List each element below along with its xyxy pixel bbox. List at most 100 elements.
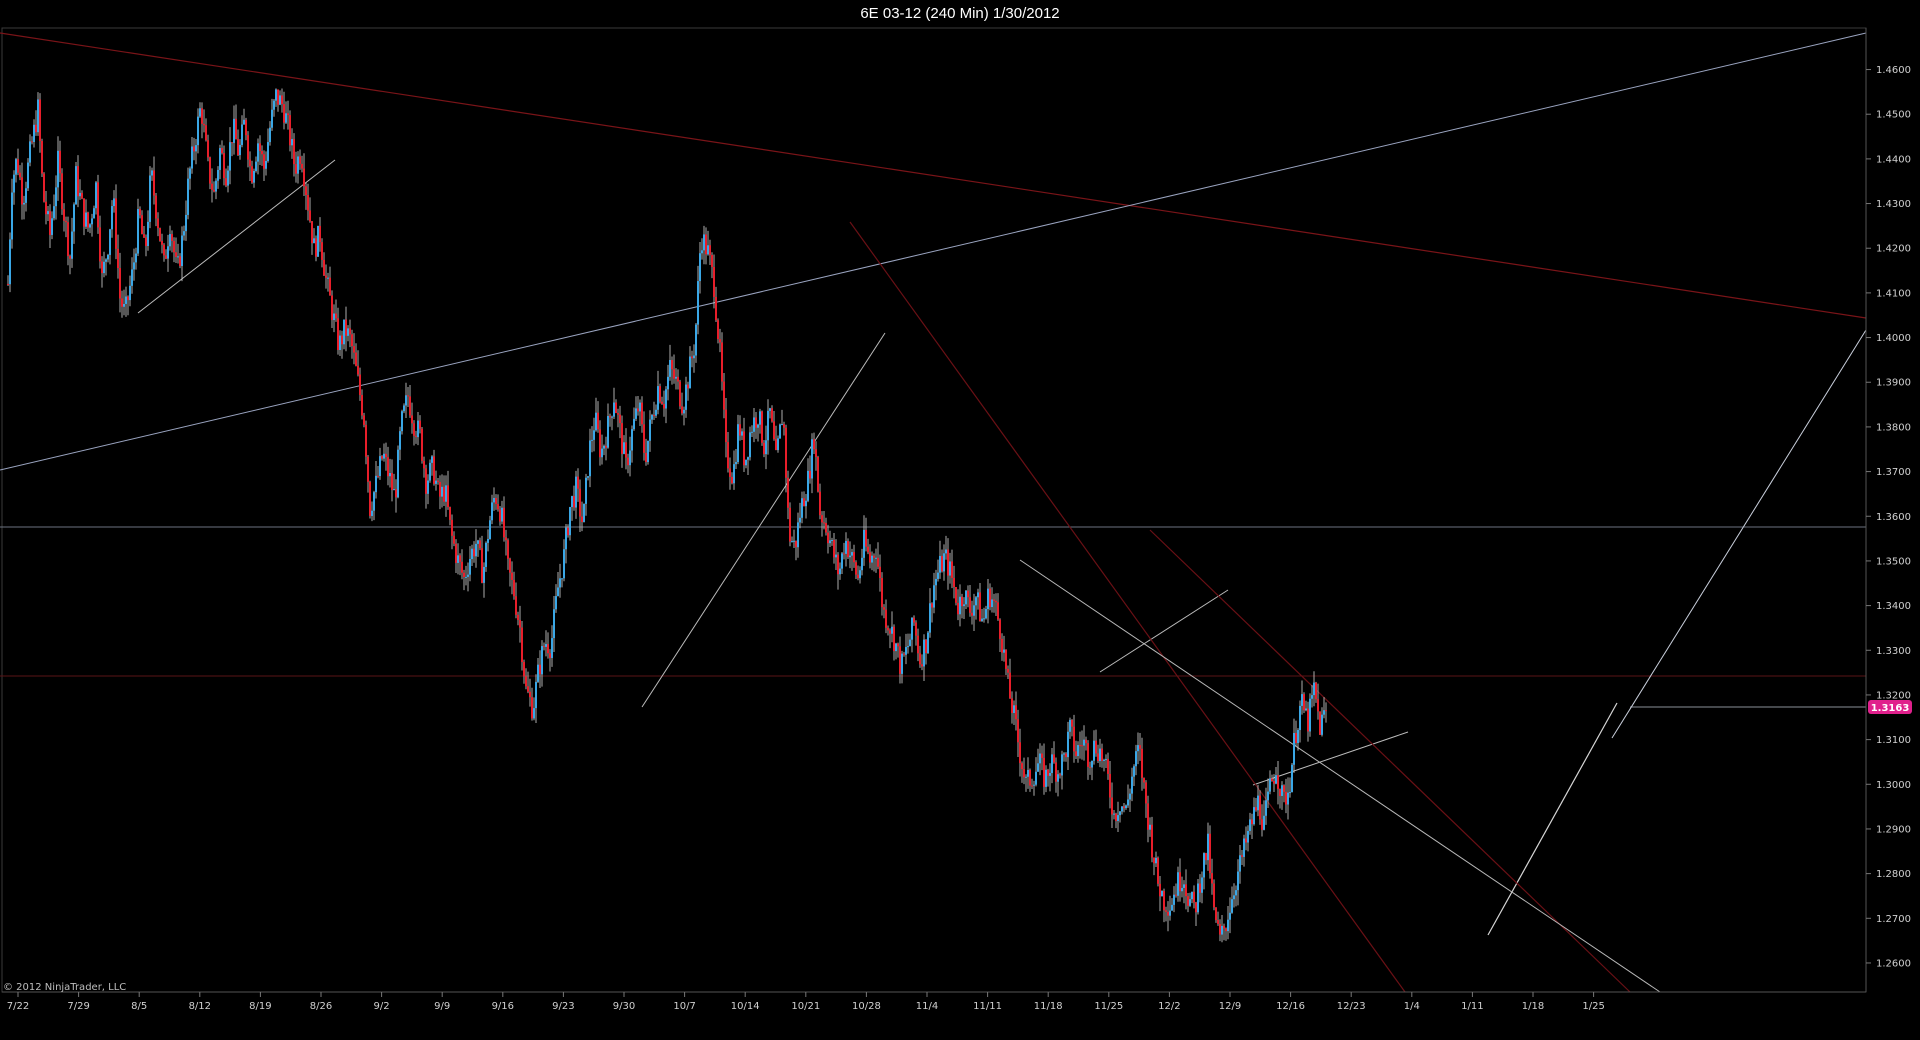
- candle-up: [379, 456, 381, 477]
- candle-down: [377, 475, 379, 477]
- candle-down: [423, 460, 425, 469]
- candle-up: [95, 182, 97, 209]
- candle-up: [991, 599, 993, 608]
- candle-up: [1027, 769, 1029, 777]
- candle-up: [741, 431, 743, 436]
- candle-up: [215, 180, 217, 192]
- candle-up: [477, 540, 479, 544]
- candle-down: [679, 381, 681, 407]
- time-tick-label: 12/9: [1219, 1001, 1241, 1012]
- candle-down: [931, 603, 933, 608]
- candle-up: [665, 389, 667, 409]
- candle-up: [875, 557, 877, 559]
- candle-down: [1175, 894, 1177, 896]
- price-tick-label: 1.3000: [1876, 780, 1911, 791]
- candle-up: [53, 206, 55, 219]
- candle-down: [35, 124, 37, 133]
- candle-down: [289, 115, 291, 146]
- candle-down: [331, 295, 333, 321]
- candle-up: [667, 376, 669, 390]
- candle-up: [347, 328, 349, 336]
- candle-down: [523, 661, 525, 677]
- candle-down: [1285, 791, 1287, 805]
- candle-down: [345, 319, 347, 336]
- candle-down: [1199, 883, 1201, 893]
- candle-down: [325, 275, 327, 278]
- time-tick-label: 11/11: [973, 1001, 1002, 1012]
- candle-down: [857, 574, 859, 579]
- price-tick-label: 1.4400: [1876, 154, 1911, 165]
- candle-up: [241, 124, 243, 145]
- candle-down: [881, 577, 883, 608]
- candle-up: [1177, 872, 1179, 896]
- time-tick-label: 9/16: [492, 1001, 514, 1012]
- price-tick-label: 1.2900: [1876, 824, 1911, 835]
- candle-up: [1181, 887, 1183, 892]
- candle-up: [753, 417, 755, 432]
- candle-up: [1117, 815, 1119, 822]
- candle-up: [123, 303, 125, 307]
- candle-down: [153, 170, 155, 196]
- candle-up: [1297, 730, 1299, 744]
- candle-down: [1143, 777, 1145, 783]
- candle-down: [687, 384, 689, 389]
- candle-up: [1281, 785, 1283, 796]
- candle-up: [1161, 891, 1163, 897]
- candle-up: [895, 643, 897, 652]
- candle-up: [831, 539, 833, 541]
- time-tick-label: 8/5: [131, 1001, 147, 1012]
- candle-up: [403, 405, 405, 412]
- candle-down: [1317, 699, 1319, 712]
- candle-up: [1149, 824, 1151, 830]
- candle-down: [235, 118, 237, 140]
- candle-down: [41, 140, 43, 174]
- candle-up: [559, 578, 561, 588]
- candle-up: [85, 212, 87, 227]
- candle-up: [793, 540, 795, 542]
- candle-down: [335, 313, 337, 319]
- candle-down: [159, 228, 161, 241]
- candle-up: [91, 218, 93, 225]
- candle-down: [97, 182, 99, 228]
- price-chart[interactable]: 1.4600 1.4500 1.4400 1.4300 1.4200 1.4100 1.40…: [0, 0, 1920, 1040]
- candle-up: [279, 95, 281, 105]
- candle-up: [565, 527, 567, 550]
- candle-up: [909, 639, 911, 647]
- candle-down: [261, 151, 263, 155]
- last-price-label: 1.3163: [1871, 703, 1910, 714]
- candle-up: [859, 570, 861, 579]
- candle-up: [697, 281, 699, 325]
- candle-up: [1287, 792, 1289, 805]
- candle-down: [663, 403, 665, 409]
- candle-up: [131, 269, 133, 286]
- price-tick-label: 1.2700: [1876, 914, 1911, 925]
- candle-down: [1159, 883, 1161, 897]
- candle-up: [1301, 694, 1303, 706]
- candle-up: [749, 432, 751, 458]
- candle-up: [133, 262, 135, 270]
- candle-up: [601, 448, 603, 458]
- candle-down: [237, 139, 239, 156]
- candle-down: [1023, 769, 1025, 778]
- candle-up: [769, 408, 771, 411]
- candle-down: [225, 178, 227, 186]
- candle-up: [285, 113, 287, 123]
- candle-down: [783, 424, 785, 428]
- candle-up: [147, 221, 149, 246]
- candle-up: [333, 313, 335, 321]
- candle-down: [213, 189, 215, 192]
- candle-up: [79, 192, 81, 197]
- candle-up: [1051, 754, 1053, 774]
- candle-down: [1047, 769, 1049, 776]
- candle-up: [1293, 733, 1295, 765]
- candle-down: [497, 504, 499, 510]
- candle-down: [517, 614, 519, 621]
- candle-down: [81, 192, 83, 199]
- candle-down: [847, 540, 849, 558]
- candle-up: [1231, 899, 1233, 913]
- candle-up: [561, 578, 563, 580]
- candle-down: [315, 238, 317, 257]
- candle-down: [581, 516, 583, 523]
- candle-down: [953, 577, 955, 587]
- candle-down: [205, 125, 207, 141]
